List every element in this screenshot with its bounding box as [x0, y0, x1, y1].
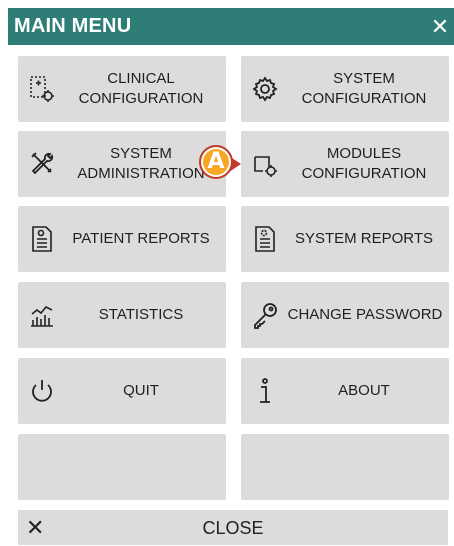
about-button[interactable]: ABOUT — [241, 358, 449, 424]
empty-tile — [241, 434, 449, 500]
system-administration-button[interactable]: SYSTEM ADMINISTRATION — [18, 131, 226, 197]
system-report-icon — [251, 224, 279, 254]
clinical-config-icon — [28, 74, 56, 104]
tile-label-line1: MODULES — [326, 145, 402, 162]
tile-label: ABOUT — [338, 382, 390, 399]
tile-label-line1: CLINICAL — [107, 70, 175, 87]
clinical-configuration-button[interactable]: CLINICAL CONFIGURATION — [18, 56, 226, 122]
tile-label: PATIENT REPORTS — [72, 230, 210, 247]
empty-tile — [18, 434, 226, 500]
power-icon — [28, 376, 56, 406]
statistics-icon — [28, 300, 56, 330]
tile-label-line1: SYSTEM — [333, 70, 395, 87]
statistics-button[interactable]: STATISTICS — [18, 282, 226, 348]
system-configuration-button[interactable]: SYSTEM CONFIGURATION — [241, 56, 449, 122]
tile-label-line2: CONFIGURATION — [78, 90, 204, 107]
close-icon[interactable]: ✕ — [426, 8, 454, 45]
tile-label-line2: CONFIGURATION — [301, 90, 427, 107]
tile-label: QUIT — [123, 382, 159, 399]
system-reports-button[interactable]: SYSTEM REPORTS — [241, 206, 449, 272]
tile-label-line2: CONFIGURATION — [301, 165, 427, 182]
close-label: CLOSE — [202, 518, 264, 538]
quit-button[interactable]: QUIT — [18, 358, 226, 424]
key-icon — [251, 300, 279, 330]
close-button[interactable]: ✕ CLOSE — [18, 510, 448, 545]
tile-label: STATISTICS — [98, 306, 184, 323]
patient-reports-button[interactable]: PATIENT REPORTS — [18, 206, 226, 272]
gear-icon — [251, 74, 279, 104]
modules-config-icon — [251, 149, 279, 179]
modules-configuration-button[interactable]: MODULES CONFIGURATION — [241, 131, 449, 197]
tools-icon — [28, 149, 56, 179]
tile-label-line2: ADMINISTRATION — [77, 165, 205, 182]
menu-title: MAIN MENU — [14, 15, 132, 37]
tile-label: CHANGE PASSWORD — [287, 306, 443, 323]
tile-label-line1: SYSTEM — [110, 145, 172, 162]
info-icon — [251, 376, 279, 406]
tile-label: SYSTEM REPORTS — [294, 230, 434, 247]
change-password-button[interactable]: CHANGE PASSWORD — [241, 282, 449, 348]
patient-report-icon — [28, 224, 56, 254]
menu-header: MAIN MENU ✕ — [8, 8, 454, 45]
callout-badge: A — [199, 145, 233, 179]
